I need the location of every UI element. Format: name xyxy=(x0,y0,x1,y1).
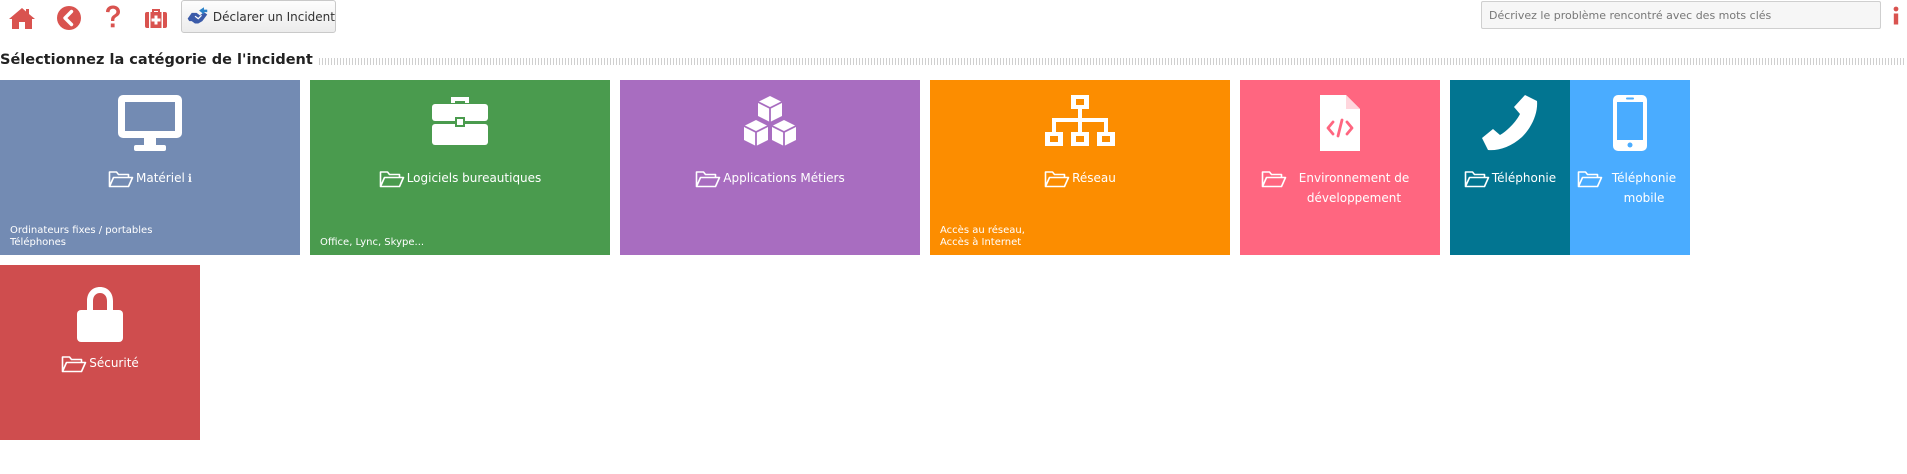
category-label: Logiciels bureautiques xyxy=(406,171,542,185)
handshake-icon xyxy=(187,6,208,24)
category-tile-telephonie-mobile[interactable]: Téléphonie mobile xyxy=(1570,80,1690,255)
description-line: Ordinateurs fixes / portables xyxy=(10,225,153,236)
declare-incident-button[interactable]: Déclarer un Incident xyxy=(181,0,336,33)
section-header: Sélectionnez la catégorie de l'incident xyxy=(0,51,1907,69)
code-file-icon xyxy=(1320,95,1360,151)
toolbar: Déclarer un Incident xyxy=(0,0,1907,40)
info-icon[interactable]: ℹ xyxy=(188,172,192,185)
category-label: Environnement de développement xyxy=(1298,171,1410,205)
declare-incident-label: Déclarer un Incident xyxy=(212,9,335,24)
category-tile-reseau[interactable]: Réseau Accès au réseau, Accès à Internet xyxy=(930,80,1230,255)
toolbox-icon xyxy=(432,97,488,145)
folder-open-icon xyxy=(1261,171,1287,188)
category-tile-materiel[interactable]: Matériel ℹ Ordinateurs fixes / portables … xyxy=(0,80,300,255)
category-label: Réseau xyxy=(1072,171,1116,185)
network-icon xyxy=(1045,95,1115,146)
category-label: Sécurité xyxy=(89,356,139,370)
description-line: Accès au réseau, xyxy=(940,225,1025,236)
first-aid-kit-icon[interactable] xyxy=(141,3,171,33)
cubes-icon xyxy=(743,96,797,146)
info-icon[interactable] xyxy=(1889,4,1903,28)
folder-open-icon xyxy=(695,171,721,188)
category-description: Accès au réseau, Accès à Internet xyxy=(940,225,1025,249)
section-title: Sélectionnez la catégorie de l'incident xyxy=(0,52,313,68)
folder-open-icon xyxy=(61,356,87,373)
folder-open-icon xyxy=(1044,171,1070,188)
description-line: Accès à Internet xyxy=(940,237,1022,248)
folder-open-icon xyxy=(1577,171,1603,188)
category-label: Applications Métiers xyxy=(723,171,845,185)
lock-icon xyxy=(77,287,123,342)
category-label: Matériel xyxy=(136,171,185,185)
search-input[interactable] xyxy=(1481,1,1881,29)
folder-open-icon xyxy=(108,171,134,188)
category-description: Office, Lync, Skype... xyxy=(320,237,424,249)
home-icon[interactable] xyxy=(7,3,37,33)
category-tile-logiciels[interactable]: Logiciels bureautiques Office, Lync, Sky… xyxy=(310,80,610,255)
folder-open-icon xyxy=(379,171,404,188)
folder-open-icon xyxy=(1464,171,1490,188)
category-tile-telephonie[interactable]: Téléphonie xyxy=(1450,80,1570,255)
category-tile-environnement[interactable]: Environnement de développement xyxy=(1240,80,1440,255)
description-line: Office, Lync, Skype... xyxy=(320,237,425,248)
category-description: Ordinateurs fixes / portables Téléphones xyxy=(10,225,152,249)
category-tile-securite[interactable]: Sécurité xyxy=(0,265,200,440)
category-label: Téléphonie xyxy=(1491,171,1557,185)
category-label: Téléphonie mobile xyxy=(1611,171,1677,205)
monitor-icon xyxy=(118,95,182,151)
description-line: Téléphones xyxy=(10,237,66,248)
section-divider xyxy=(318,57,1905,65)
help-icon[interactable] xyxy=(98,3,128,33)
mobile-phone-icon xyxy=(1613,95,1647,151)
back-icon[interactable] xyxy=(54,3,84,33)
phone-icon xyxy=(1482,95,1538,151)
category-tile-applications[interactable]: Applications Métiers xyxy=(620,80,920,255)
